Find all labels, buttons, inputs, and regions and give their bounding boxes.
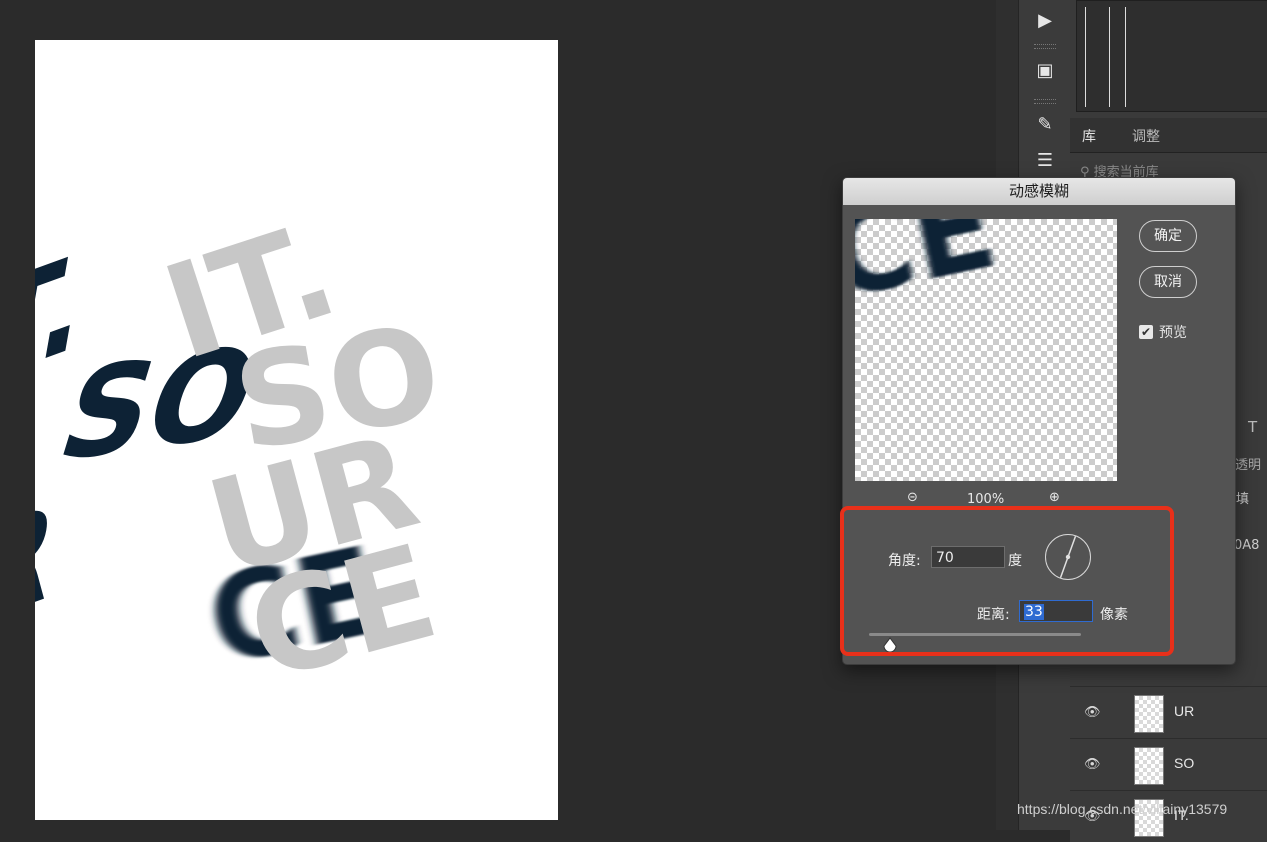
grip-handle[interactable] bbox=[1034, 99, 1056, 104]
layer-thumbnail bbox=[1134, 747, 1164, 785]
layer-thumbnail bbox=[1134, 695, 1164, 733]
preview-checkbox[interactable]: ✔ bbox=[1139, 325, 1153, 339]
shadow-ur: UR bbox=[35, 471, 69, 695]
filter-preview[interactable]: CE bbox=[855, 219, 1117, 481]
library-tabbar: 库 调整 bbox=[1070, 118, 1267, 153]
layer-row[interactable]: 👁 UR bbox=[1070, 686, 1267, 738]
grip-handle[interactable] bbox=[1034, 44, 1056, 49]
tab-library[interactable]: 库 bbox=[1082, 126, 1096, 146]
preview-letters: CE bbox=[855, 219, 1007, 327]
type-filter-icon[interactable]: T bbox=[1248, 418, 1257, 436]
ok-button[interactable]: 确定 bbox=[1139, 220, 1197, 252]
tab-adjustments[interactable]: 调整 bbox=[1132, 126, 1160, 146]
brush-settings-icon[interactable]: ☰ bbox=[1031, 148, 1059, 172]
zoom-in-icon[interactable]: ⊕ bbox=[1049, 490, 1060, 505]
artwork: IT. SO UR CE IT. SO UR CE bbox=[35, 193, 451, 710]
layer-row[interactable]: 👁 SO bbox=[1070, 738, 1267, 790]
layer-name: SO bbox=[1174, 755, 1195, 771]
preview-artwork: CE bbox=[855, 219, 1007, 327]
preview-label: 预览 bbox=[1159, 325, 1187, 341]
navigator-preview bbox=[1076, 0, 1267, 112]
document-canvas[interactable]: IT. SO UR CE IT. SO UR CE bbox=[35, 40, 558, 820]
visibility-eye-icon[interactable]: 👁 bbox=[1084, 705, 1101, 720]
cancel-button[interactable]: 取消 bbox=[1139, 266, 1197, 298]
fill-label: 填 bbox=[1236, 492, 1250, 507]
play-icon[interactable]: ▶ bbox=[1031, 8, 1059, 32]
preview-toggle[interactable]: ✔ 预览 bbox=[1139, 322, 1187, 342]
3d-cube-icon[interactable]: ▣ bbox=[1031, 58, 1059, 82]
brush-preset-icon[interactable]: ✎ bbox=[1031, 112, 1059, 136]
visibility-eye-icon[interactable]: 👁 bbox=[1084, 757, 1101, 772]
zoom-out-icon[interactable]: ⊝ bbox=[907, 490, 918, 505]
zoom-level: 100% bbox=[967, 492, 1005, 507]
watermark-url: https://blog.csdn.net/villainy13579 bbox=[1017, 801, 1228, 817]
color-hex-partial: 0A8 bbox=[1234, 538, 1260, 553]
layer-name: UR bbox=[1174, 703, 1195, 719]
dialog-title[interactable]: 动感模糊 bbox=[843, 178, 1235, 205]
annotation-highlight-box bbox=[840, 506, 1174, 656]
